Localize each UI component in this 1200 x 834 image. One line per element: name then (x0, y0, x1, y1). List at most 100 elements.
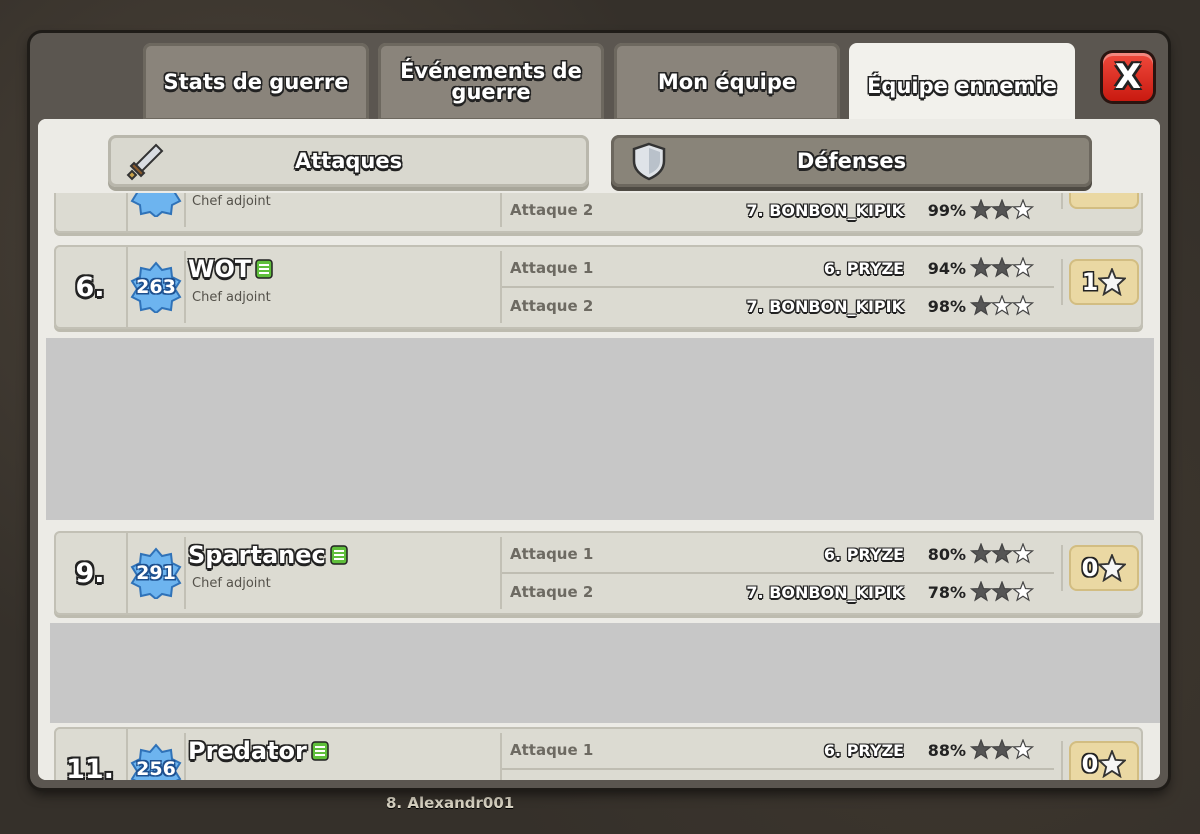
attack-label: Attaque 2 (510, 201, 594, 219)
score-box: 0 (1061, 741, 1139, 780)
attack-target: 6. PRYZE (823, 740, 904, 760)
star-filled-icon (970, 581, 993, 602)
separator (184, 193, 186, 227)
star-empty-icon (1011, 739, 1034, 760)
tab-my-team[interactable]: Mon équipe (614, 43, 840, 121)
shield-icon (632, 142, 666, 181)
separator (184, 537, 186, 609)
score-box: 1 (1061, 259, 1139, 305)
war-log-panel: Stats de guerre Événements de guerre Mon… (30, 33, 1168, 788)
badge-number: 291 (136, 562, 176, 584)
star-empty-icon (990, 295, 1014, 316)
attack-entry: Attaque 1 6. PRYZE 80% (502, 537, 1054, 571)
attack-stars-icon (970, 581, 1034, 602)
star-empty-icon (1011, 199, 1034, 220)
attacks-column: Attaque 2 7. BONBON_KIPIK 99% (500, 193, 1054, 227)
hidden-content-block (46, 338, 1154, 520)
star-filled-icon (990, 581, 1014, 602)
list-item[interactable]: 11. 256 Predator Attaque 1 6. PRYZE 88% … (54, 727, 1143, 780)
attack-percent: 94% (927, 258, 966, 278)
badge-number: 256 (136, 758, 176, 780)
star-icon (1098, 268, 1127, 296)
star-filled-icon (990, 739, 1014, 760)
defenses-label: Défenses (796, 149, 907, 173)
attack-entry: Attaque 1 6. PRYZE 88% (502, 733, 1054, 767)
attack-stars-icon (970, 199, 1034, 220)
row-rank (54, 193, 128, 233)
star-icon (1098, 554, 1127, 582)
player-role: Chef adjoint (192, 194, 271, 209)
attack-target: 7. BONBON_KIPIK (746, 582, 904, 602)
score-box (1061, 193, 1139, 209)
star-filled-icon (990, 543, 1014, 564)
attack-label: Attaque 1 (510, 545, 594, 563)
player-name-text: Predator (188, 737, 307, 765)
score-pill: 0 (1069, 545, 1139, 591)
attack-label: Attaque 2 (510, 297, 594, 315)
star-filled-icon (990, 199, 1014, 220)
clan-list-icon (330, 545, 348, 565)
divider (502, 768, 1054, 770)
tab-war-stats[interactable]: Stats de guerre (143, 43, 369, 121)
attack-entry: Attaque 2 7. BONBON_KIPIK 98% (502, 289, 1054, 323)
panel-content: Attaques Défenses Chef adjoint Attaque 2… (38, 119, 1160, 780)
list-item[interactable]: 9. 291 Spartanec Chef adjoint Attaque 1 … (54, 531, 1143, 615)
divider (502, 572, 1054, 574)
star-filled-icon (970, 543, 993, 564)
score-value: 0 (1081, 554, 1099, 582)
sword-icon (126, 143, 164, 181)
attack-target: 7. BONBON_KIPIK (746, 200, 904, 220)
star-filled-icon (990, 257, 1014, 278)
score-box: 0 (1061, 545, 1139, 591)
attack-percent: 78% (927, 582, 966, 602)
row-rank: 6. (54, 245, 128, 329)
defenses-subtab[interactable]: Défenses (611, 135, 1092, 187)
star-empty-icon (1011, 581, 1034, 602)
subtab-bar: Attaques Défenses (38, 119, 1160, 199)
player-role: Chef adjoint (192, 290, 271, 305)
attack-stars-icon (970, 257, 1034, 278)
attacks-column: Attaque 1 6. PRYZE 80% Attaque 2 7. BONB… (500, 537, 1054, 609)
player-name-text: Spartanec (188, 541, 326, 569)
attacks-subtab[interactable]: Attaques (108, 135, 589, 187)
player-role: Chef adjoint (192, 576, 271, 591)
score-value: 1 (1081, 268, 1099, 296)
attack-target: 6. PRYZE (823, 258, 904, 278)
close-button[interactable]: X (1103, 53, 1153, 101)
attack-label: Attaque 2 (510, 583, 594, 601)
star-empty-icon (1011, 257, 1034, 278)
star-filled-icon (970, 257, 993, 278)
attack-label: Attaque 1 (510, 259, 594, 277)
clan-list-icon (311, 741, 329, 761)
attack-stars-icon (970, 739, 1034, 760)
attack-percent: 99% (927, 200, 966, 220)
enemy-attack-list[interactable]: Chef adjoint Attaque 2 7. BONBON_KIPIK 9… (38, 193, 1160, 780)
attack-entry: Attaque 1 6. PRYZE 94% (502, 251, 1054, 285)
attacks-column: Attaque 1 6. PRYZE 88% (500, 733, 1054, 780)
player-name-text: WOT (188, 255, 252, 283)
star-icon (1098, 750, 1127, 778)
player-name[interactable]: WOT (188, 255, 273, 283)
list-item: Chef adjoint Attaque 2 7. BONBON_KIPIK 9… (54, 193, 1143, 233)
attack-percent: 98% (927, 296, 966, 316)
attack-percent: 88% (927, 740, 966, 760)
clan-list-icon (255, 259, 273, 279)
town-hall-badge-icon (130, 193, 182, 217)
tab-enemy-team[interactable]: Équipe ennemie (849, 43, 1075, 129)
attacks-label: Attaques (294, 149, 403, 173)
attack-entry: Attaque 2 7. BONBON_KIPIK 99% (502, 193, 1054, 227)
score-pill: 0 (1069, 741, 1139, 780)
attack-label: Attaque 1 (510, 741, 594, 759)
badge-number: 263 (136, 276, 176, 298)
player-name[interactable]: Spartanec (188, 541, 348, 569)
separator (184, 733, 186, 780)
divider (502, 286, 1054, 288)
attack-target: 6. PRYZE (823, 544, 904, 564)
tab-war-events[interactable]: Événements de guerre (378, 43, 604, 121)
player-name[interactable]: Predator (188, 737, 329, 765)
attack-entry: Attaque 2 7. BONBON_KIPIK 78% (502, 575, 1054, 609)
star-empty-icon (1011, 295, 1034, 316)
hidden-content-block (50, 623, 1160, 723)
list-item[interactable]: 6. 263 WOT Chef adjoint Attaque 1 6. PRY… (54, 245, 1143, 329)
attack-target: 7. BONBON_KIPIK (746, 296, 904, 316)
